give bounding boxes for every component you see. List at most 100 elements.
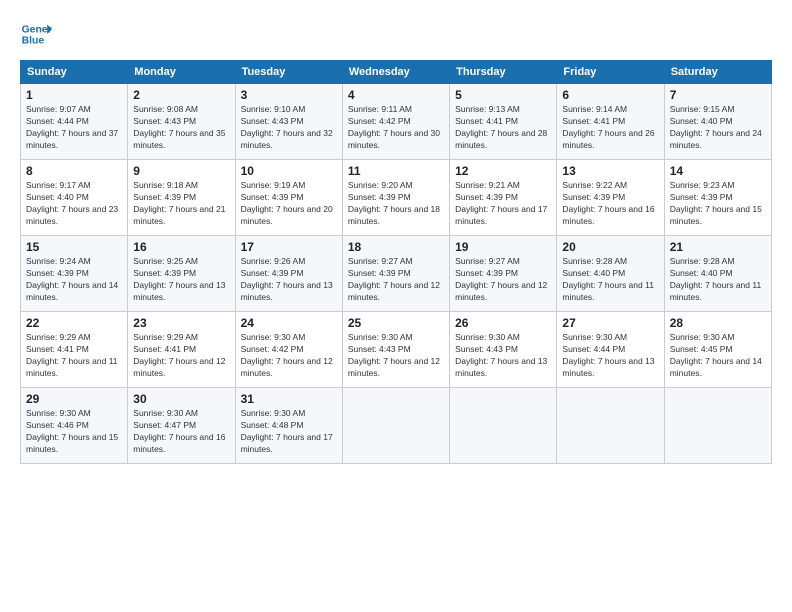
col-header-thursday: Thursday [450, 61, 557, 84]
day-detail: Sunrise: 9:24 AMSunset: 4:39 PMDaylight:… [26, 256, 118, 302]
day-cell: 25 Sunrise: 9:30 AMSunset: 4:43 PMDayligh… [342, 312, 449, 388]
col-header-friday: Friday [557, 61, 664, 84]
day-cell [342, 388, 449, 464]
day-number: 12 [455, 164, 551, 178]
day-cell: 13 Sunrise: 9:22 AMSunset: 4:39 PMDayligh… [557, 160, 664, 236]
day-detail: Sunrise: 9:30 AMSunset: 4:47 PMDaylight:… [133, 408, 225, 454]
day-cell: 30 Sunrise: 9:30 AMSunset: 4:47 PMDayligh… [128, 388, 235, 464]
col-header-saturday: Saturday [664, 61, 771, 84]
day-number: 13 [562, 164, 658, 178]
day-cell: 5Sunrise: 9:13 AMSunset: 4:41 PMDaylight… [450, 84, 557, 160]
day-cell: 12 Sunrise: 9:21 AMSunset: 4:39 PMDayligh… [450, 160, 557, 236]
day-cell: 9 Sunrise: 9:18 AMSunset: 4:39 PMDaylight… [128, 160, 235, 236]
col-header-sunday: Sunday [21, 61, 128, 84]
day-cell: 17Sunrise: 9:26 AMSunset: 4:39 PMDayligh… [235, 236, 342, 312]
week-row-5: 29Sunrise: 9:30 AMSunset: 4:46 PMDayligh… [21, 388, 772, 464]
day-cell: 6 Sunrise: 9:14 AMSunset: 4:41 PMDaylight… [557, 84, 664, 160]
day-detail: Sunrise: 9:22 AMSunset: 4:39 PMDaylight:… [562, 180, 654, 226]
day-cell: 18 Sunrise: 9:27 AMSunset: 4:39 PMDayligh… [342, 236, 449, 312]
day-detail: Sunrise: 9:28 AMSunset: 4:40 PMDaylight:… [562, 256, 654, 302]
day-detail: Sunrise: 9:30 AMSunset: 4:43 PMDaylight:… [455, 332, 547, 378]
day-cell: 1 Sunrise: 9:07 AMSunset: 4:44 PMDaylight… [21, 84, 128, 160]
day-number: 20 [562, 240, 658, 254]
day-number: 9 [133, 164, 229, 178]
day-detail: Sunrise: 9:08 AMSunset: 4:43 PMDaylight:… [133, 104, 225, 150]
day-number: 6 [562, 88, 658, 102]
day-detail: Sunrise: 9:20 AMSunset: 4:39 PMDaylight:… [348, 180, 440, 226]
day-number: 14 [670, 164, 766, 178]
day-number: 27 [562, 316, 658, 330]
day-detail: Sunrise: 9:25 AMSunset: 4:39 PMDaylight:… [133, 256, 225, 302]
week-row-1: 1 Sunrise: 9:07 AMSunset: 4:44 PMDaylight… [21, 84, 772, 160]
day-cell: 8 Sunrise: 9:17 AMSunset: 4:40 PMDaylight… [21, 160, 128, 236]
day-cell: 3Sunrise: 9:10 AMSunset: 4:43 PMDaylight… [235, 84, 342, 160]
page: General Blue SundayMondayTuesdayWednesda… [0, 0, 792, 612]
day-detail: Sunrise: 9:17 AMSunset: 4:40 PMDaylight:… [26, 180, 118, 226]
day-detail: Sunrise: 9:23 AMSunset: 4:39 PMDaylight:… [670, 180, 762, 226]
day-cell: 27 Sunrise: 9:30 AMSunset: 4:44 PMDayligh… [557, 312, 664, 388]
day-cell: 26Sunrise: 9:30 AMSunset: 4:43 PMDayligh… [450, 312, 557, 388]
day-number: 31 [241, 392, 337, 406]
day-detail: Sunrise: 9:11 AMSunset: 4:42 PMDaylight:… [348, 104, 440, 150]
day-detail: Sunrise: 9:30 AMSunset: 4:46 PMDaylight:… [26, 408, 118, 454]
day-number: 30 [133, 392, 229, 406]
col-header-wednesday: Wednesday [342, 61, 449, 84]
day-number: 21 [670, 240, 766, 254]
day-cell: 11 Sunrise: 9:20 AMSunset: 4:39 PMDayligh… [342, 160, 449, 236]
day-detail: Sunrise: 9:30 AMSunset: 4:48 PMDaylight:… [241, 408, 333, 454]
day-detail: Sunrise: 9:30 AMSunset: 4:45 PMDaylight:… [670, 332, 762, 378]
day-detail: Sunrise: 9:10 AMSunset: 4:43 PMDaylight:… [241, 104, 333, 150]
day-number: 8 [26, 164, 122, 178]
day-number: 25 [348, 316, 444, 330]
day-detail: Sunrise: 9:28 AMSunset: 4:40 PMDaylight:… [670, 256, 762, 302]
day-detail: Sunrise: 9:27 AMSunset: 4:39 PMDaylight:… [348, 256, 440, 302]
day-cell: 31 Sunrise: 9:30 AMSunset: 4:48 PMDayligh… [235, 388, 342, 464]
day-detail: Sunrise: 9:15 AMSunset: 4:40 PMDaylight:… [670, 104, 762, 150]
svg-text:Blue: Blue [22, 36, 45, 47]
day-detail: Sunrise: 9:13 AMSunset: 4:41 PMDaylight:… [455, 104, 547, 150]
day-detail: Sunrise: 9:29 AMSunset: 4:41 PMDaylight:… [26, 332, 118, 378]
day-number: 2 [133, 88, 229, 102]
day-number: 10 [241, 164, 337, 178]
day-cell: 14 Sunrise: 9:23 AMSunset: 4:39 PMDayligh… [664, 160, 771, 236]
week-row-2: 8 Sunrise: 9:17 AMSunset: 4:40 PMDaylight… [21, 160, 772, 236]
day-detail: Sunrise: 9:19 AMSunset: 4:39 PMDaylight:… [241, 180, 333, 226]
day-number: 1 [26, 88, 122, 102]
day-detail: Sunrise: 9:30 AMSunset: 4:44 PMDaylight:… [562, 332, 654, 378]
day-number: 7 [670, 88, 766, 102]
day-cell: 22 Sunrise: 9:29 AMSunset: 4:41 PMDayligh… [21, 312, 128, 388]
day-detail: Sunrise: 9:30 AMSunset: 4:43 PMDaylight:… [348, 332, 440, 378]
day-number: 4 [348, 88, 444, 102]
day-cell: 4 Sunrise: 9:11 AMSunset: 4:42 PMDaylight… [342, 84, 449, 160]
day-cell: 16 Sunrise: 9:25 AMSunset: 4:39 PMDayligh… [128, 236, 235, 312]
col-header-tuesday: Tuesday [235, 61, 342, 84]
day-number: 11 [348, 164, 444, 178]
day-cell: 20 Sunrise: 9:28 AMSunset: 4:40 PMDayligh… [557, 236, 664, 312]
day-cell: 23 Sunrise: 9:29 AMSunset: 4:41 PMDayligh… [128, 312, 235, 388]
col-header-monday: Monday [128, 61, 235, 84]
day-cell: 21 Sunrise: 9:28 AMSunset: 4:40 PMDayligh… [664, 236, 771, 312]
day-number: 24 [241, 316, 337, 330]
logo: General Blue [20, 18, 52, 50]
day-detail: Sunrise: 9:27 AMSunset: 4:39 PMDaylight:… [455, 256, 547, 302]
day-cell [450, 388, 557, 464]
day-cell: 2 Sunrise: 9:08 AMSunset: 4:43 PMDaylight… [128, 84, 235, 160]
day-cell: 15 Sunrise: 9:24 AMSunset: 4:39 PMDayligh… [21, 236, 128, 312]
day-number: 19 [455, 240, 551, 254]
day-number: 28 [670, 316, 766, 330]
day-cell: 7 Sunrise: 9:15 AMSunset: 4:40 PMDaylight… [664, 84, 771, 160]
day-cell [557, 388, 664, 464]
header: General Blue [20, 18, 772, 50]
day-number: 22 [26, 316, 122, 330]
day-cell: 19 Sunrise: 9:27 AMSunset: 4:39 PMDayligh… [450, 236, 557, 312]
day-number: 18 [348, 240, 444, 254]
day-detail: Sunrise: 9:07 AMSunset: 4:44 PMDaylight:… [26, 104, 118, 150]
day-detail: Sunrise: 9:21 AMSunset: 4:39 PMDaylight:… [455, 180, 547, 226]
day-number: 15 [26, 240, 122, 254]
week-row-4: 22 Sunrise: 9:29 AMSunset: 4:41 PMDayligh… [21, 312, 772, 388]
day-detail: Sunrise: 9:18 AMSunset: 4:39 PMDaylight:… [133, 180, 225, 226]
day-number: 23 [133, 316, 229, 330]
day-number: 16 [133, 240, 229, 254]
day-detail: Sunrise: 9:14 AMSunset: 4:41 PMDaylight:… [562, 104, 654, 150]
day-detail: Sunrise: 9:29 AMSunset: 4:41 PMDaylight:… [133, 332, 225, 378]
